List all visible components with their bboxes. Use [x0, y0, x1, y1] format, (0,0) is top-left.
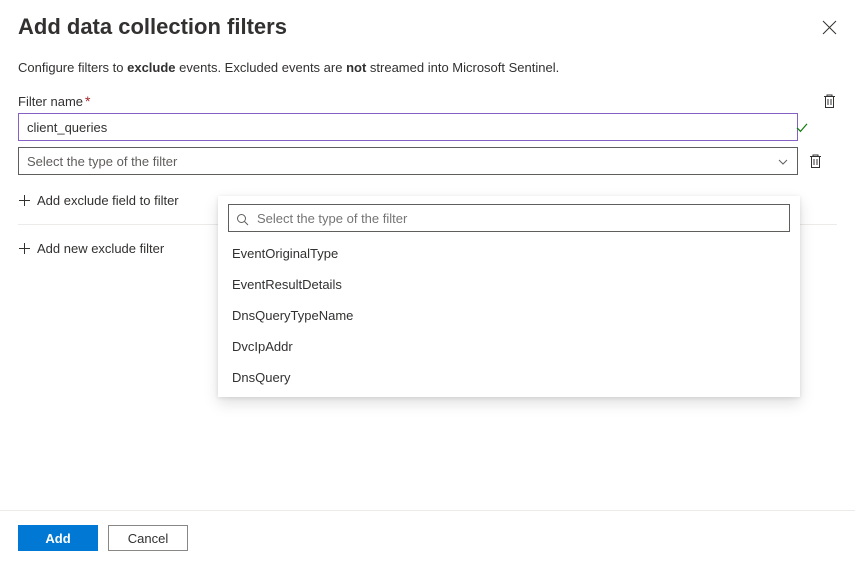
close-icon: [822, 20, 837, 35]
delete-filter-button[interactable]: [822, 93, 837, 109]
cancel-button[interactable]: Cancel: [108, 525, 188, 551]
delete-type-button[interactable]: [808, 153, 823, 169]
trash-icon: [822, 93, 837, 109]
chevron-down-icon: [777, 153, 789, 169]
filter-type-select[interactable]: Select the type of the filter: [18, 147, 798, 175]
plus-icon: [18, 242, 31, 255]
footer-bar: Add Cancel: [0, 510, 855, 565]
plus-icon: [18, 194, 31, 207]
dropdown-option[interactable]: DnsQueryTypeName: [218, 300, 800, 331]
dropdown-option[interactable]: DnsQuery: [218, 362, 800, 393]
filter-type-placeholder: Select the type of the filter: [27, 154, 777, 169]
valid-check-icon: [795, 119, 809, 135]
filter-name-input[interactable]: [18, 113, 798, 141]
dropdown-option[interactable]: EventResultDetails: [218, 269, 800, 300]
add-button[interactable]: Add: [18, 525, 98, 551]
filter-type-dropdown: EventOriginalType EventResultDetails Dns…: [218, 196, 800, 397]
dropdown-search-input[interactable]: [228, 204, 790, 232]
search-icon: [236, 210, 249, 226]
filter-name-label: Filter name: [18, 94, 83, 109]
dropdown-option[interactable]: DvcIpAddr: [218, 331, 800, 362]
trash-icon: [808, 153, 823, 169]
subtitle-text: Configure filters to exclude events. Exc…: [18, 60, 837, 75]
dropdown-option[interactable]: EventOriginalType: [218, 238, 800, 269]
required-indicator: *: [85, 93, 90, 109]
close-button[interactable]: [818, 14, 841, 39]
page-title: Add data collection filters: [18, 14, 287, 40]
